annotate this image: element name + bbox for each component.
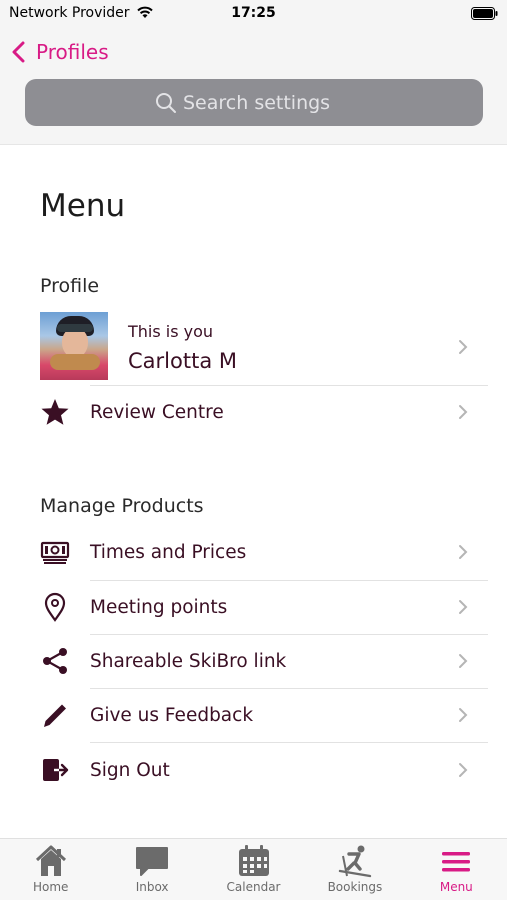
section-title-manage-products: Manage Products	[40, 495, 204, 517]
sign-out-icon	[40, 755, 70, 785]
clock: 17:25	[231, 5, 276, 21]
chevron-right-icon	[459, 405, 468, 419]
chevron-right-icon	[459, 545, 468, 559]
divider	[90, 688, 488, 689]
tab-calendar[interactable]: Calendar	[203, 839, 304, 900]
location-pin-icon	[40, 592, 70, 622]
chevron-left-icon	[12, 41, 25, 63]
search-icon	[156, 92, 176, 113]
search-bar[interactable]	[25, 79, 483, 126]
share-icon	[40, 646, 70, 676]
chat-icon	[136, 847, 169, 876]
battery-icon	[471, 7, 498, 20]
menu-icon	[442, 852, 471, 872]
row-label: Meeting points	[90, 596, 228, 618]
chevron-right-icon	[459, 340, 468, 354]
tab-home[interactable]: Home	[0, 839, 101, 900]
back-button[interactable]: Profiles	[10, 38, 109, 66]
money-icon	[40, 537, 70, 567]
skier-icon	[338, 845, 372, 878]
review-centre-label: Review Centre	[90, 401, 224, 423]
chevron-right-icon	[459, 654, 468, 668]
row-label: Sign Out	[90, 759, 170, 781]
row-label: Shareable SkiBro link	[90, 650, 287, 672]
tab-label: Menu	[439, 880, 473, 894]
tab-menu[interactable]: Menu	[406, 839, 507, 900]
tab-label: Home	[32, 880, 69, 894]
sign-out-row[interactable]: Sign Out	[40, 755, 488, 785]
search-input[interactable]	[183, 91, 353, 114]
row-label: Times and Prices	[90, 541, 247, 563]
shareable-link-row[interactable]: Shareable SkiBro link	[40, 646, 488, 676]
tab-inbox[interactable]: Inbox	[101, 839, 202, 900]
tab-label: Bookings	[327, 880, 383, 894]
pencil-icon	[40, 700, 70, 730]
divider	[90, 742, 488, 743]
page-title: Menu	[40, 188, 126, 224]
times-and-prices-row[interactable]: Times and Prices	[40, 537, 488, 567]
profile-row[interactable]	[40, 332, 488, 362]
feedback-row[interactable]: Give us Feedback	[40, 700, 488, 730]
nav-header: Profiles	[0, 28, 507, 145]
status-bar: Network Provider 17:25	[0, 0, 507, 28]
calendar-icon	[238, 845, 269, 876]
section-title-profile: Profile	[40, 275, 100, 297]
divider	[90, 634, 488, 635]
meeting-points-row[interactable]: Meeting points	[40, 592, 488, 622]
tab-label: Calendar	[226, 880, 281, 894]
chevron-right-icon	[459, 708, 468, 722]
home-icon	[35, 845, 66, 876]
row-label: Give us Feedback	[90, 704, 254, 726]
star-icon	[40, 397, 70, 427]
divider	[90, 580, 488, 581]
back-label: Profiles	[36, 40, 109, 64]
tab-bookings[interactable]: Bookings	[304, 839, 405, 900]
chevron-right-icon	[459, 600, 468, 614]
tab-bar: Home Inbox Calendar Bookings Menu	[0, 838, 507, 900]
chevron-right-icon	[459, 763, 468, 777]
divider	[90, 385, 488, 386]
tab-label: Inbox	[135, 880, 169, 894]
review-centre-row[interactable]: Review Centre	[40, 397, 488, 427]
